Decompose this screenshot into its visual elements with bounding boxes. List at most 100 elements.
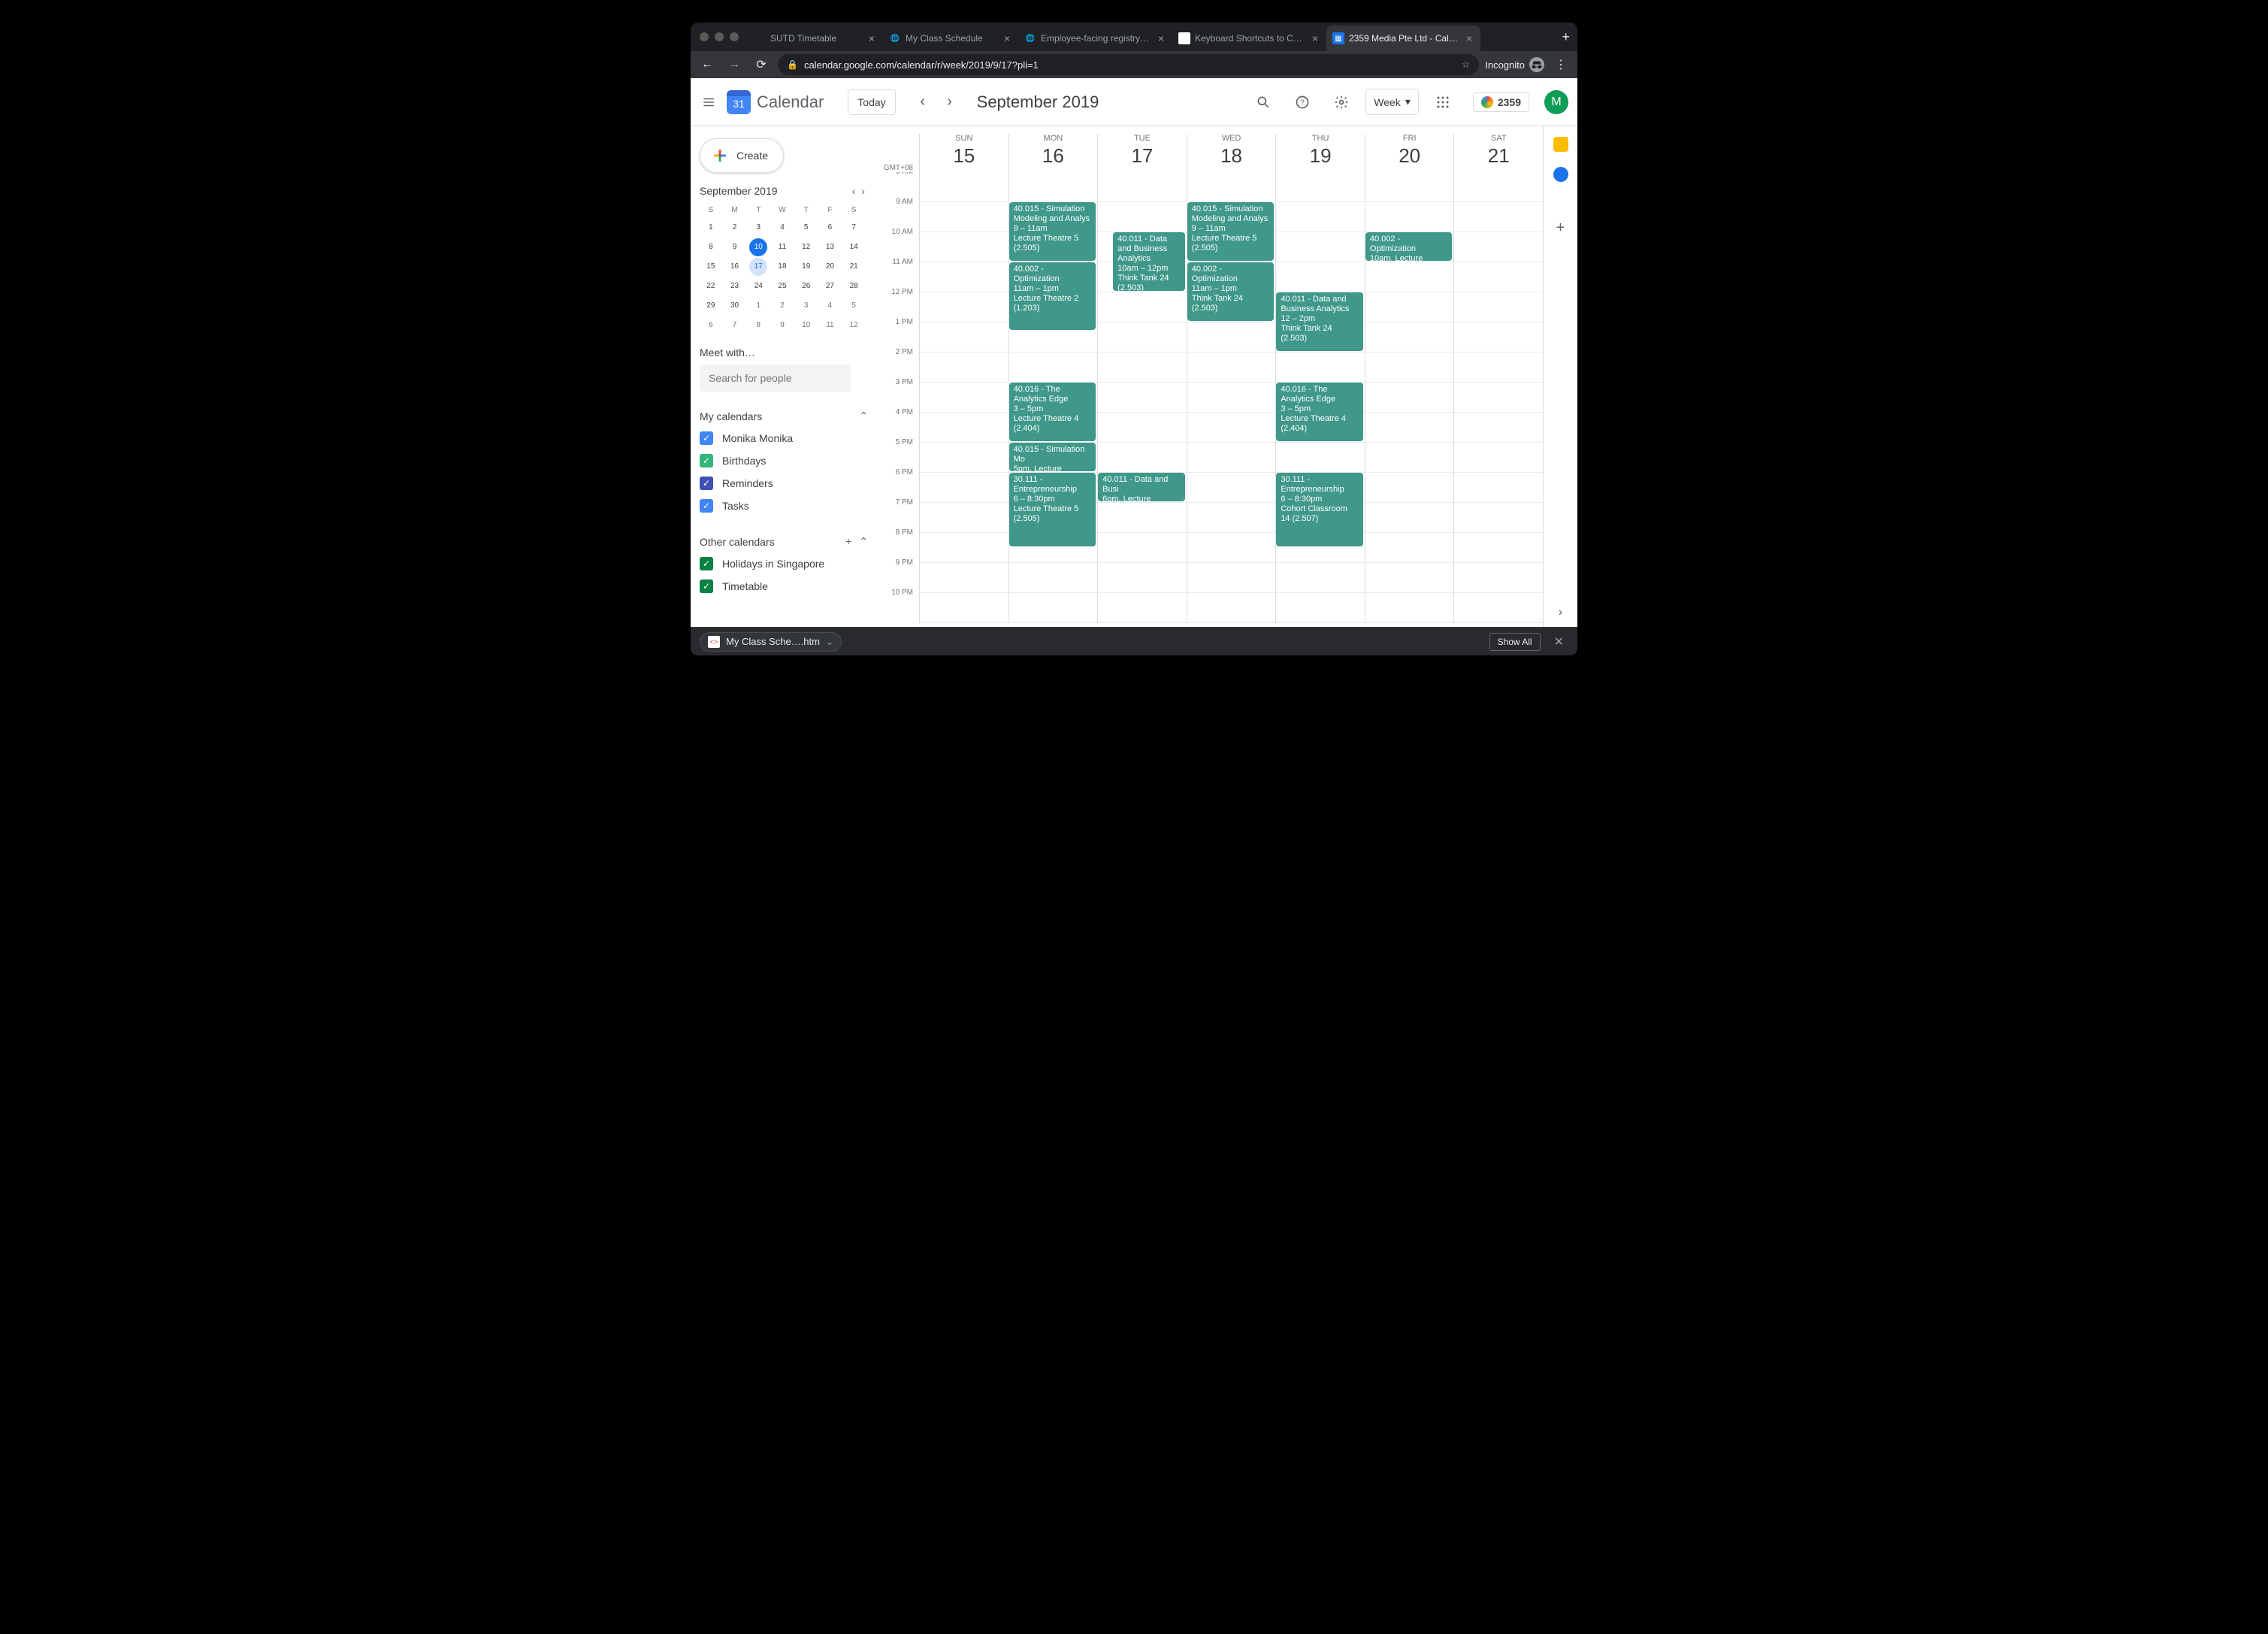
mini-day[interactable]: 25 — [773, 277, 791, 295]
browser-tab[interactable]: 🌐 My Class Schedule × — [883, 26, 1018, 51]
main-menu-button[interactable] — [700, 93, 718, 111]
mini-day[interactable]: 12 — [797, 238, 815, 256]
my-calendars-header[interactable]: My calendars ⌃ — [700, 405, 868, 427]
reload-button[interactable]: ⟳ — [751, 57, 772, 72]
new-tab-button[interactable]: + — [1554, 29, 1577, 45]
calendar-toggle-item[interactable]: ✓ Tasks — [700, 495, 868, 517]
calendar-event[interactable]: 40.015 - Simulation Modeling and Analys9… — [1009, 202, 1096, 261]
search-button[interactable] — [1248, 87, 1278, 117]
mini-day[interactable]: 7 — [845, 219, 863, 237]
mini-day[interactable]: 12 — [845, 316, 863, 334]
mini-day[interactable]: 11 — [773, 238, 791, 256]
calendar-event[interactable]: 40.002 - Optimization10am, Lecture Theat… — [1365, 232, 1453, 261]
close-tab-button[interactable]: × — [1464, 33, 1474, 44]
mini-next-button[interactable]: › — [861, 185, 865, 197]
day-column[interactable] — [1453, 172, 1543, 623]
forward-button[interactable]: → — [724, 58, 745, 71]
calendar-toggle-item[interactable]: ✓ Birthdays — [700, 449, 868, 472]
calendar-toggle-item[interactable]: ✓ Reminders — [700, 472, 868, 495]
search-people-input[interactable] — [700, 365, 851, 392]
mini-day[interactable]: 10 — [749, 238, 767, 256]
browser-tab[interactable]: 🌐 Employee-facing registry conte × — [1018, 26, 1172, 51]
show-all-downloads-button[interactable]: Show All — [1489, 633, 1541, 651]
day-column[interactable]: 40.015 - Simulation Modeling and Analys9… — [1187, 172, 1276, 623]
mini-day[interactable]: 29 — [702, 297, 720, 315]
mini-day[interactable]: 10 — [797, 316, 815, 334]
mini-day[interactable]: 16 — [726, 258, 744, 276]
mini-day[interactable]: 4 — [821, 297, 839, 315]
mini-day[interactable]: 3 — [749, 219, 767, 237]
day-column[interactable]: 40.015 - Simulation Modeling and Analys9… — [1009, 172, 1098, 623]
mini-prev-button[interactable]: ‹ — [852, 185, 856, 197]
mini-day[interactable]: 5 — [797, 219, 815, 237]
day-header[interactable]: FRI 20 — [1365, 134, 1454, 172]
day-header[interactable]: THU 19 — [1275, 134, 1365, 172]
mini-day[interactable]: 28 — [845, 277, 863, 295]
prev-week-button[interactable]: ‹ — [911, 90, 935, 114]
addons-button[interactable]: + — [1556, 219, 1565, 237]
calendar-event[interactable]: 40.016 - The Analytics Edge3 – 5pmLectur… — [1276, 383, 1363, 441]
today-button[interactable]: Today — [848, 89, 895, 115]
calendar-event[interactable]: 30.111 - Entrepreneurship6 – 8:30pmLectu… — [1009, 473, 1096, 546]
add-other-calendar-button[interactable]: + — [845, 535, 851, 548]
traffic-close[interactable] — [700, 32, 709, 41]
mini-day[interactable]: 14 — [845, 238, 863, 256]
calendar-event[interactable]: 40.011 - Data and Busi6pm, Lecture Theat… — [1098, 473, 1185, 501]
settings-button[interactable] — [1326, 87, 1356, 117]
calendar-event[interactable]: 30.111 - Entrepreneurship6 – 8:30pmCohor… — [1276, 473, 1363, 546]
mini-day[interactable]: 15 — [702, 258, 720, 276]
other-calendars-header[interactable]: Other calendars + ⌃ — [700, 531, 868, 552]
collapse-panel-button[interactable]: › — [1559, 606, 1562, 619]
mini-day[interactable]: 5 — [845, 297, 863, 315]
mini-day[interactable]: 11 — [821, 316, 839, 334]
calendar-event[interactable]: 40.011 - Data and Business Analytics12 –… — [1276, 292, 1363, 351]
calendar-event[interactable]: 40.002 - Optimization11am – 1pmThink Tan… — [1187, 262, 1275, 321]
day-header[interactable]: MON 16 — [1009, 134, 1098, 172]
mini-day[interactable]: 30 — [726, 297, 744, 315]
day-column[interactable]: 40.011 - Data and Business Analytics12 –… — [1275, 172, 1365, 623]
keep-icon[interactable] — [1553, 137, 1568, 152]
calendar-toggle-item[interactable]: ✓ Holidays in Singapore — [700, 552, 868, 575]
calendar-event[interactable]: 40.016 - The Analytics Edge3 – 5pmLectur… — [1009, 383, 1096, 441]
mini-day[interactable]: 17 — [749, 258, 767, 276]
mini-day[interactable]: 9 — [726, 238, 744, 256]
mini-day[interactable]: 26 — [797, 277, 815, 295]
mini-day[interactable]: 2 — [726, 219, 744, 237]
traffic-max[interactable] — [730, 32, 739, 41]
mini-day[interactable]: 20 — [821, 258, 839, 276]
day-header[interactable]: WED 18 — [1187, 134, 1276, 172]
day-header[interactable]: TUE 17 — [1097, 134, 1187, 172]
browser-tab[interactable]: Keyboard Shortcuts to Capture × — [1172, 26, 1326, 51]
next-week-button[interactable]: › — [938, 90, 962, 114]
view-switcher[interactable]: Week ▾ — [1365, 89, 1419, 115]
apps-button[interactable] — [1428, 87, 1458, 117]
day-column[interactable]: 40.011 - Data and Business Analytics10am… — [1097, 172, 1187, 623]
mini-day[interactable]: 9 — [773, 316, 791, 334]
mini-day[interactable]: 22 — [702, 277, 720, 295]
browser-menu-button[interactable]: ⋮ — [1550, 57, 1571, 72]
org-badge[interactable]: 2359 — [1473, 92, 1529, 112]
calendar-toggle-item[interactable]: ✓ Monika Monika — [700, 427, 868, 449]
traffic-min[interactable] — [715, 32, 724, 41]
browser-tab[interactable]: SUTD Timetable × — [748, 26, 883, 51]
calendar-toggle-item[interactable]: ✓ Timetable — [700, 575, 868, 598]
calendar-event[interactable]: 40.011 - Data and Business Analytics10am… — [1113, 232, 1185, 291]
day-header[interactable]: SUN 15 — [919, 134, 1009, 172]
mini-day[interactable]: 3 — [797, 297, 815, 315]
close-tab-button[interactable]: × — [1002, 33, 1012, 44]
help-button[interactable]: ? — [1287, 87, 1317, 117]
mini-day[interactable]: 7 — [726, 316, 744, 334]
mini-day[interactable]: 1 — [702, 219, 720, 237]
download-chip[interactable]: <> My Class Sche….htm ⌄ — [700, 632, 842, 652]
grid-scroll[interactable]: 8 AM9 AM10 AM11 AM12 PM1 PM2 PM3 PM4 PM5… — [877, 172, 1543, 627]
mini-day[interactable]: 13 — [821, 238, 839, 256]
close-tab-button[interactable]: × — [866, 33, 877, 44]
mini-day[interactable]: 8 — [749, 316, 767, 334]
mini-day[interactable]: 6 — [702, 316, 720, 334]
account-avatar[interactable]: M — [1544, 90, 1568, 114]
mini-day[interactable]: 2 — [773, 297, 791, 315]
mini-day[interactable]: 18 — [773, 258, 791, 276]
mini-day[interactable]: 23 — [726, 277, 744, 295]
day-header[interactable]: SAT 21 — [1453, 134, 1543, 172]
mini-day[interactable]: 4 — [773, 219, 791, 237]
